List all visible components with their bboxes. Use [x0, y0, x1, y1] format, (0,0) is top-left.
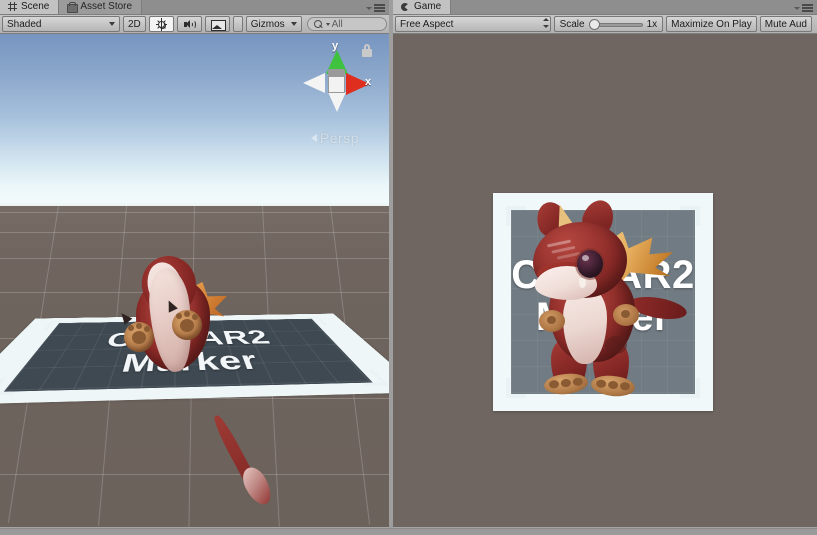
dragon-head: [533, 222, 627, 300]
chevron-down-icon: [325, 22, 330, 26]
chevron-down-icon: [290, 22, 297, 26]
tab-scene[interactable]: Scene: [0, 0, 60, 14]
tab-scene-label: Scene: [21, 1, 50, 12]
scale-label: Scale: [559, 18, 585, 30]
dragon-model-scene[interactable]: [117, 251, 230, 392]
dragon-arm: [539, 310, 565, 332]
tab-asset-store-label: Asset Store: [80, 1, 133, 12]
speaker-icon: [182, 18, 197, 31]
scale-slider-knob[interactable]: [588, 18, 600, 30]
dragon-foot: [590, 373, 636, 399]
game-panel-menu[interactable]: [794, 4, 813, 13]
image-icon: [210, 18, 226, 31]
aspect-ratio-label: Free Aspect: [400, 18, 454, 30]
chevron-down-icon: [366, 7, 372, 10]
game-tabstrip: Game: [393, 0, 817, 15]
scale-slider-track: [593, 22, 643, 27]
game-icon: [400, 1, 411, 12]
game-viewport[interactable]: CubeAR2 Marker: [393, 34, 817, 527]
scene-search-input[interactable]: All: [306, 17, 387, 31]
game-toolbar: Free Aspect Scale 1x Maximize On Play Mu…: [393, 15, 817, 34]
chevron-left-icon: [310, 134, 317, 142]
scale-slider-group[interactable]: Scale 1x: [553, 16, 664, 32]
gizmos-label: Gizmos: [250, 18, 285, 30]
gizmos-dropdown[interactable]: Gizmos: [245, 16, 302, 32]
chevron-down-icon: [794, 7, 800, 10]
draw-mode-dropdown[interactable]: Shaded: [2, 16, 120, 32]
gizmo-center-cube[interactable]: [328, 76, 345, 93]
tab-asset-store[interactable]: Asset Store: [59, 0, 143, 14]
mute-audio-label: Mute Aud: [764, 18, 807, 30]
dragon-eye: [577, 250, 603, 278]
hamburger-icon: [374, 4, 385, 13]
scene-toolbar: Shaded 2D Gizmos All: [0, 15, 389, 34]
scene-viewport[interactable]: CubeAR2 Marker: [0, 34, 389, 527]
toggle-effects-button[interactable]: [204, 16, 230, 32]
toggle-lighting-button[interactable]: [148, 16, 174, 32]
projection-mode-label[interactable]: Persp: [310, 130, 359, 146]
dragon-brow: [546, 239, 572, 248]
dragon-claw: [117, 310, 133, 325]
gizmo-axis-y-label: y: [332, 40, 339, 52]
toggle-2d-button[interactable]: 2D: [122, 16, 146, 32]
tab-game[interactable]: Game: [393, 0, 452, 14]
dragon-spot: [605, 336, 627, 354]
scene-panel-menu[interactable]: [366, 4, 385, 13]
draw-mode-label: Shaded: [7, 18, 42, 30]
gizmo-axis-x-label: x: [365, 76, 372, 88]
marker-corner-icon: [679, 206, 700, 227]
scene-panel: Scene Asset Store Shaded 2D Gizmos All P…: [0, 0, 389, 528]
projection-label-text: Persp: [319, 130, 359, 146]
scene-search-placeholder: All: [331, 18, 343, 30]
mute-audio-button[interactable]: Mute Aud: [759, 16, 812, 32]
aspect-ratio-dropdown[interactable]: Free Aspect: [395, 16, 551, 32]
dragon-model-game: [521, 196, 689, 416]
lock-icon[interactable]: [361, 44, 373, 57]
grid-icon: [7, 1, 18, 12]
chevron-down-icon: [108, 22, 115, 26]
marker-corner-icon: [679, 377, 700, 398]
maximize-on-play-button[interactable]: Maximize On Play: [666, 16, 757, 32]
sun-icon: [154, 17, 169, 31]
gizmo-axis-negy-cone[interactable]: [328, 92, 346, 112]
dragon-tooth: [579, 278, 586, 288]
game-panel: Game Free Aspect Scale 1x Maximize On Pl…: [393, 0, 817, 528]
scene-view-gizmo[interactable]: y x: [299, 40, 375, 118]
hamburger-icon: [802, 4, 813, 13]
shopping-bag-icon: [66, 1, 79, 13]
search-icon: [313, 19, 324, 30]
scale-value: 1x: [646, 18, 658, 30]
tab-game-label: Game: [414, 1, 442, 12]
dragon-arm: [613, 304, 639, 326]
unity-editor-window: Scene Asset Store Shaded 2D Gizmos All P…: [0, 0, 817, 535]
editor-bottom-bar: [0, 528, 817, 535]
dragon-foot: [543, 371, 589, 397]
toggle-audio-button[interactable]: [176, 16, 202, 32]
dragon-paw: [124, 322, 154, 352]
effects-dropdown[interactable]: [232, 16, 243, 32]
toggle-2d-label: 2D: [127, 18, 141, 30]
scene-tabstrip: Scene Asset Store: [0, 0, 389, 15]
scale-slider[interactable]: [588, 18, 643, 30]
maximize-on-play-label: Maximize On Play: [671, 18, 752, 30]
gizmo-axis-negx-cone[interactable]: [303, 73, 325, 93]
dragon-paw: [172, 310, 202, 340]
